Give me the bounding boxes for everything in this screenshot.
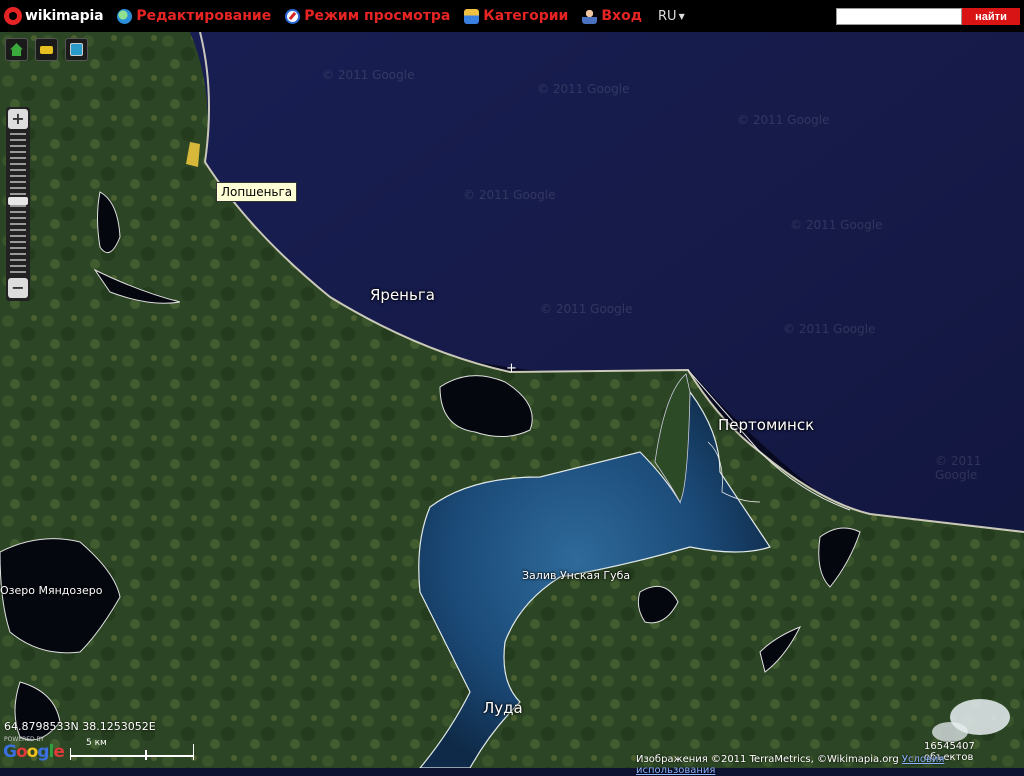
google-watermark: © 2011 Google bbox=[790, 218, 883, 232]
top-bar: wikimapia Редактирование Режим просмотра… bbox=[0, 0, 1024, 32]
crosshair-icon: + bbox=[506, 361, 517, 376]
label-myandozero[interactable]: Озеро Мяндозеро bbox=[0, 584, 102, 597]
attribution-text: Изображения ©2011 TerraMetrics, ©Wikimap… bbox=[636, 754, 899, 765]
nav-edit[interactable]: Редактирование bbox=[117, 8, 271, 24]
language-selector[interactable]: RU ▼ bbox=[642, 9, 685, 24]
zoom-slider-handle[interactable] bbox=[8, 197, 28, 205]
wikimapia-logo[interactable]: wikimapia bbox=[4, 7, 104, 25]
search-input[interactable] bbox=[836, 8, 962, 25]
search-button[interactable]: найти bbox=[962, 8, 1020, 25]
nav-edit-label: Редактирование bbox=[136, 8, 272, 24]
zoom-slider-track[interactable] bbox=[10, 133, 26, 277]
layers-icon bbox=[70, 43, 83, 56]
google-watermark: © 2011 Google bbox=[537, 82, 630, 96]
ruler-button[interactable] bbox=[35, 38, 58, 61]
language-label: RU bbox=[658, 8, 677, 24]
nav-view-mode[interactable]: Режим просмотра bbox=[285, 8, 450, 24]
cloud bbox=[932, 722, 968, 742]
google-watermark: © 2011 Google bbox=[935, 454, 982, 482]
scale-label: 5 км bbox=[86, 738, 107, 748]
ruler-icon bbox=[40, 46, 53, 54]
compass-icon bbox=[285, 8, 301, 24]
nav-view-mode-label: Режим просмотра bbox=[304, 8, 451, 24]
home-button[interactable] bbox=[5, 38, 28, 61]
google-logo[interactable]: Google bbox=[3, 742, 65, 762]
globe-icon bbox=[117, 8, 133, 24]
layers-button[interactable] bbox=[65, 38, 88, 61]
place-tooltip: Лопшеньга bbox=[216, 182, 298, 202]
google-watermark: © 2011 Google bbox=[783, 322, 876, 336]
google-watermark: © 2011 Google bbox=[540, 302, 633, 316]
logo-text: wikimapia bbox=[25, 8, 104, 24]
label-luda[interactable]: Луда bbox=[483, 699, 523, 717]
label-pertominsk[interactable]: Пертоминск bbox=[718, 416, 814, 434]
user-icon bbox=[582, 8, 598, 24]
zoom-out-button[interactable]: − bbox=[8, 278, 28, 298]
wikimapia-logo-icon bbox=[4, 7, 22, 25]
home-icon bbox=[10, 43, 23, 56]
chevron-down-icon: ▼ bbox=[678, 11, 685, 21]
label-unskaya-guba[interactable]: Залив Унская Губа bbox=[522, 569, 630, 582]
zoom-control: + − bbox=[6, 107, 30, 301]
google-watermark: © 2011 Google bbox=[463, 188, 556, 202]
google-watermark: © 2011 Google bbox=[737, 113, 830, 127]
nav-categories[interactable]: Категории bbox=[464, 8, 568, 24]
coordinates-readout: 64.8798533N 38.1253052E bbox=[4, 720, 156, 733]
satellite-map[interactable] bbox=[0, 32, 1024, 768]
zoom-in-button[interactable]: + bbox=[8, 109, 28, 129]
attribution: Изображения ©2011 TerraMetrics, ©Wikimap… bbox=[636, 754, 1024, 776]
nav-categories-label: Категории bbox=[483, 8, 569, 24]
folder-icon bbox=[464, 8, 480, 24]
label-yarenga[interactable]: Яреньга bbox=[370, 286, 435, 304]
google-watermark: © 2011 Google bbox=[322, 68, 415, 82]
nav-login[interactable]: Вход bbox=[582, 8, 642, 24]
nav-login-label: Вход bbox=[601, 8, 643, 24]
